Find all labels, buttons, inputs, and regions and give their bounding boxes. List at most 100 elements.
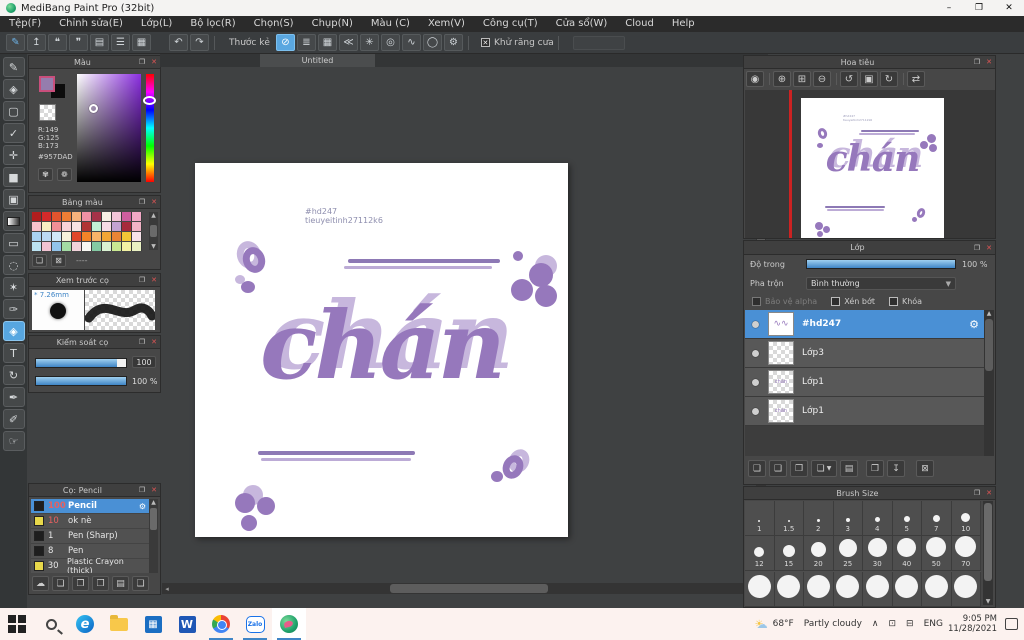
comment-box-icon[interactable]: ❞ bbox=[69, 34, 88, 51]
brush-size-option[interactable] bbox=[892, 571, 922, 607]
brush-size-option[interactable]: 2 bbox=[804, 501, 834, 536]
ruler-ellipse-icon[interactable]: ◯ bbox=[422, 34, 442, 51]
taskbar-store[interactable]: ▦ bbox=[136, 608, 170, 640]
delete-layer-icon[interactable]: ⊠ bbox=[916, 460, 934, 477]
close-icon[interactable]: ✕ bbox=[986, 489, 992, 497]
popout-icon[interactable]: ❐ bbox=[974, 58, 980, 66]
layer-visibility-dot[interactable] bbox=[752, 320, 759, 328]
ruler-settings-icon[interactable]: ⚙ bbox=[443, 34, 463, 51]
brush-size-option[interactable]: 5 bbox=[892, 501, 922, 536]
new-layer-1bit-icon[interactable]: ❒ bbox=[790, 460, 808, 477]
taskbar-chrome[interactable] bbox=[204, 608, 238, 640]
layer-visibility-dot[interactable] bbox=[752, 407, 759, 415]
add-layer-menu-icon[interactable]: ❏ ▼ bbox=[811, 460, 837, 477]
tray-chevron-icon[interactable]: ∧ bbox=[872, 619, 879, 629]
brush-size-option[interactable]: 1.5 bbox=[774, 501, 804, 536]
zoom-out-icon[interactable]: ⊖ bbox=[813, 71, 831, 87]
brush-size-option[interactable] bbox=[951, 571, 981, 607]
ruler-off-icon[interactable]: ⊘ bbox=[275, 34, 295, 51]
zoom-fit-icon[interactable]: ⊞ bbox=[793, 71, 811, 87]
menu-xem[interactable]: Xem(V) bbox=[419, 16, 474, 32]
antialias-checkbox[interactable]: ✕ Khử răng cưa bbox=[480, 38, 554, 48]
brush-size-option[interactable]: 40 bbox=[892, 536, 922, 572]
notification-center-icon[interactable] bbox=[1005, 618, 1018, 630]
brush-size-option[interactable] bbox=[922, 571, 952, 607]
shape-tool[interactable]: ▢ bbox=[2, 101, 25, 121]
brush-size-scrollbar[interactable]: ▼ bbox=[983, 501, 993, 605]
layer-opacity-slider[interactable] bbox=[806, 259, 956, 269]
lasso-tool[interactable]: ◌ bbox=[2, 255, 25, 275]
horizontal-scrollbar[interactable]: ◂ ▸ bbox=[162, 583, 756, 594]
brush-size-option[interactable]: 4 bbox=[863, 501, 893, 536]
brush-size-option[interactable]: 50 bbox=[922, 536, 952, 572]
taskbar-edge[interactable]: e bbox=[68, 608, 102, 640]
publish-icon[interactable]: ↥ bbox=[27, 34, 46, 51]
layer-list-scrollbar[interactable]: ▲ bbox=[984, 310, 994, 456]
eraser-tool[interactable]: ◈ bbox=[2, 79, 25, 99]
panel-list-icon[interactable]: ☰ bbox=[111, 34, 130, 51]
redo-button[interactable]: ↷ bbox=[190, 34, 209, 51]
ruler-grid-icon[interactable]: ▦ bbox=[317, 34, 337, 51]
rotate-reset-icon[interactable]: ▣ bbox=[860, 71, 878, 87]
panel-grid-icon[interactable]: ▦ bbox=[132, 34, 151, 51]
rotate-tool[interactable]: ↻ bbox=[2, 365, 25, 385]
scroll-left-icon[interactable]: ◂ bbox=[162, 585, 172, 593]
protect-alpha-checkbox[interactable]: Bảo vệ alpha bbox=[752, 297, 817, 306]
taskbar-medibang[interactable] bbox=[272, 608, 306, 640]
network-icon[interactable]: ⊟ bbox=[906, 619, 914, 629]
brush-size-option[interactable] bbox=[863, 571, 893, 607]
comment-icon[interactable]: ❝ bbox=[48, 34, 67, 51]
magic-wand-tool[interactable]: ✶ bbox=[2, 277, 25, 297]
brush-size-option[interactable]: 30 bbox=[863, 536, 893, 572]
popout-icon[interactable]: ❐ bbox=[974, 489, 980, 497]
scroll-thumb[interactable] bbox=[985, 319, 993, 371]
undo-button[interactable]: ↶ bbox=[169, 34, 188, 51]
taskbar-search-button[interactable] bbox=[34, 608, 68, 640]
ruler-curve-icon[interactable]: ∿ bbox=[401, 34, 421, 51]
language-indicator[interactable]: ENG bbox=[924, 619, 943, 629]
ruler-concentric-icon[interactable]: ◎ bbox=[380, 34, 400, 51]
start-button[interactable] bbox=[0, 608, 34, 640]
canvas[interactable]: #hd247 tieuyeitinh27112k6 chán bbox=[195, 163, 568, 537]
brush-tool[interactable]: ✎ bbox=[2, 57, 25, 77]
menu-chon[interactable]: Chọn(S) bbox=[245, 16, 303, 32]
brush-size-option[interactable]: 7 bbox=[922, 501, 952, 536]
layer-row-hd247[interactable]: ∿∿ #hd247 ⚙ bbox=[745, 310, 987, 339]
popout-icon[interactable]: ❐ bbox=[974, 244, 980, 252]
zoom-tool-icon[interactable]: ◉ bbox=[746, 71, 764, 87]
pen-tool[interactable]: ✐ bbox=[2, 409, 25, 429]
paint-mode-icon[interactable]: ✎ bbox=[6, 34, 25, 51]
brush-size-option[interactable]: 25 bbox=[833, 536, 863, 572]
flip-view-icon[interactable]: ⇄ bbox=[907, 71, 925, 87]
scroll-thumb[interactable] bbox=[984, 503, 992, 581]
layer-row-lop3[interactable]: Lớp3 bbox=[745, 339, 987, 368]
ruler-radial-icon[interactable]: ✳ bbox=[359, 34, 379, 51]
rotate-ccw-icon[interactable]: ↺ bbox=[840, 71, 858, 87]
clock[interactable]: 9:05 PM 11/28/2021 bbox=[948, 614, 997, 634]
clipping-checkbox[interactable]: Xén bớt bbox=[831, 297, 875, 306]
brush-size-option[interactable]: 3 bbox=[833, 501, 863, 536]
menu-mau[interactable]: Màu (C) bbox=[362, 16, 419, 32]
close-icon[interactable]: ✕ bbox=[986, 58, 992, 66]
merge-layer-icon[interactable]: ❐ bbox=[866, 460, 884, 477]
brush-size-option[interactable] bbox=[833, 571, 863, 607]
move-tool[interactable]: ✛ bbox=[2, 145, 25, 165]
rotate-cw-icon[interactable]: ↻ bbox=[880, 71, 898, 87]
brush-size-option[interactable] bbox=[804, 571, 834, 607]
eyedropper-tool[interactable]: ✒ bbox=[2, 387, 25, 407]
new-layer-icon[interactable]: ❏ bbox=[748, 460, 766, 477]
menu-cloud[interactable]: Cloud bbox=[616, 16, 663, 32]
layer-row-lop1b[interactable]: chán Lớp1 bbox=[745, 397, 987, 426]
tray-app-icon[interactable]: ⊡ bbox=[889, 619, 897, 629]
brush-size-option[interactable]: 20 bbox=[804, 536, 834, 572]
lock-checkbox[interactable]: Khóa bbox=[888, 297, 922, 306]
new-layer-8bit-icon[interactable]: ❑ bbox=[769, 460, 787, 477]
document-tab[interactable]: Untitled bbox=[260, 54, 375, 67]
brush-size-option[interactable] bbox=[774, 571, 804, 607]
snap-tool[interactable]: ✓ bbox=[2, 123, 25, 143]
menu-lop[interactable]: Lớp(L) bbox=[132, 16, 181, 32]
menu-help[interactable]: Help bbox=[663, 16, 704, 32]
gear-icon[interactable]: ⚙ bbox=[969, 318, 979, 331]
brush-size-option[interactable] bbox=[745, 571, 775, 607]
scroll-thumb[interactable] bbox=[390, 584, 548, 593]
